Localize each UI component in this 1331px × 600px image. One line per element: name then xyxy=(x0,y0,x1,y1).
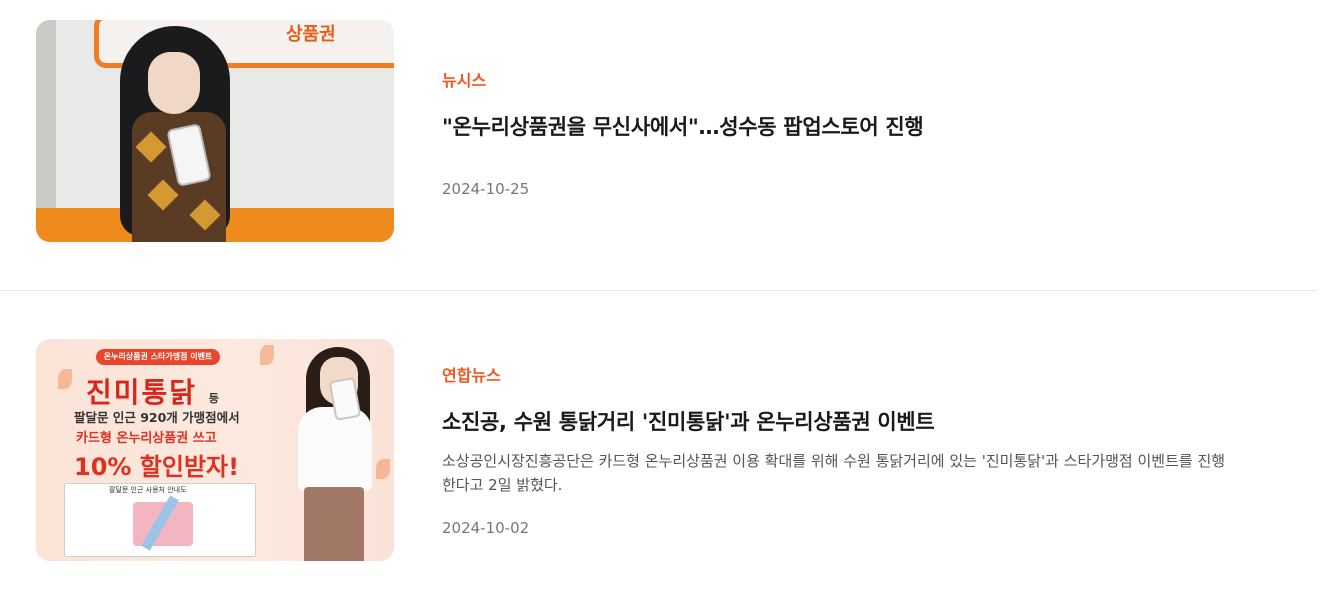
news-text: 연합뉴스 소진공, 수원 통닭거리 '진미통닭'과 온누리상품권 이벤트 소상공… xyxy=(442,365,1242,539)
event-line-3: 10% 할인받자! xyxy=(74,453,240,481)
news-date: 2024-10-02 xyxy=(442,519,530,537)
news-source[interactable]: 뉴시스 xyxy=(442,70,1242,92)
news-source[interactable]: 연합뉴스 xyxy=(442,365,1242,387)
sweater-pattern xyxy=(189,199,221,231)
leaf-decoration xyxy=(260,345,274,365)
person-shirt xyxy=(298,407,372,491)
news-summary: 소상공인시장진흥공단은 카드형 온누리상품권 이용 확대를 위해 수원 통닭거리… xyxy=(442,452,1226,494)
sweater-pattern xyxy=(147,179,179,211)
news-title[interactable]: "온누리상품권을 무신사에서"…성수동 팝업스토어 진행 xyxy=(442,112,1242,142)
leaf-decoration xyxy=(58,369,72,389)
thumbnail-banner-text: 상품권 xyxy=(286,24,336,45)
news-text: 뉴시스 "온누리상품권을 무신사에서"…성수동 팝업스토어 진행 2024-10… xyxy=(442,70,1242,200)
event-headline: 진미통닭 등 xyxy=(86,376,221,409)
event-pill: 온누리상품권 스타가맹점 이벤트 xyxy=(96,349,220,365)
news-thumbnail[interactable]: 상품권 xyxy=(36,20,394,242)
map-title: 팔달문 인근 사용처 안내도 xyxy=(109,486,187,494)
person-face xyxy=(148,52,200,114)
sweater-pattern xyxy=(135,131,167,163)
event-line-1: 팔달문 인근 920개 가맹점에서 xyxy=(74,410,240,425)
person-skirt xyxy=(304,487,364,561)
leaf-decoration xyxy=(376,459,390,479)
news-thumbnail[interactable]: 온누리상품권 스타가맹점 이벤트 진미통닭 등 팔달문 인근 920개 가맹점에… xyxy=(36,339,394,561)
news-item[interactable]: 상품권 뉴시스 "온누리상품권을 무신사에서"…성수동 팝업스토어 진행 202… xyxy=(0,0,1316,290)
event-line-2: 카드형 온누리상품권 쓰고 xyxy=(76,431,217,446)
event-map: 팔달문 인근 사용처 안내도 xyxy=(64,483,256,557)
news-item[interactable]: 온누리상품권 스타가맹점 이벤트 진미통닭 등 팔달문 인근 920개 가맹점에… xyxy=(0,291,1316,600)
news-date: 2024-10-25 xyxy=(442,180,530,198)
news-title[interactable]: 소진공, 수원 통닭거리 '진미통닭'과 온누리상품권 이벤트 xyxy=(442,407,1242,437)
